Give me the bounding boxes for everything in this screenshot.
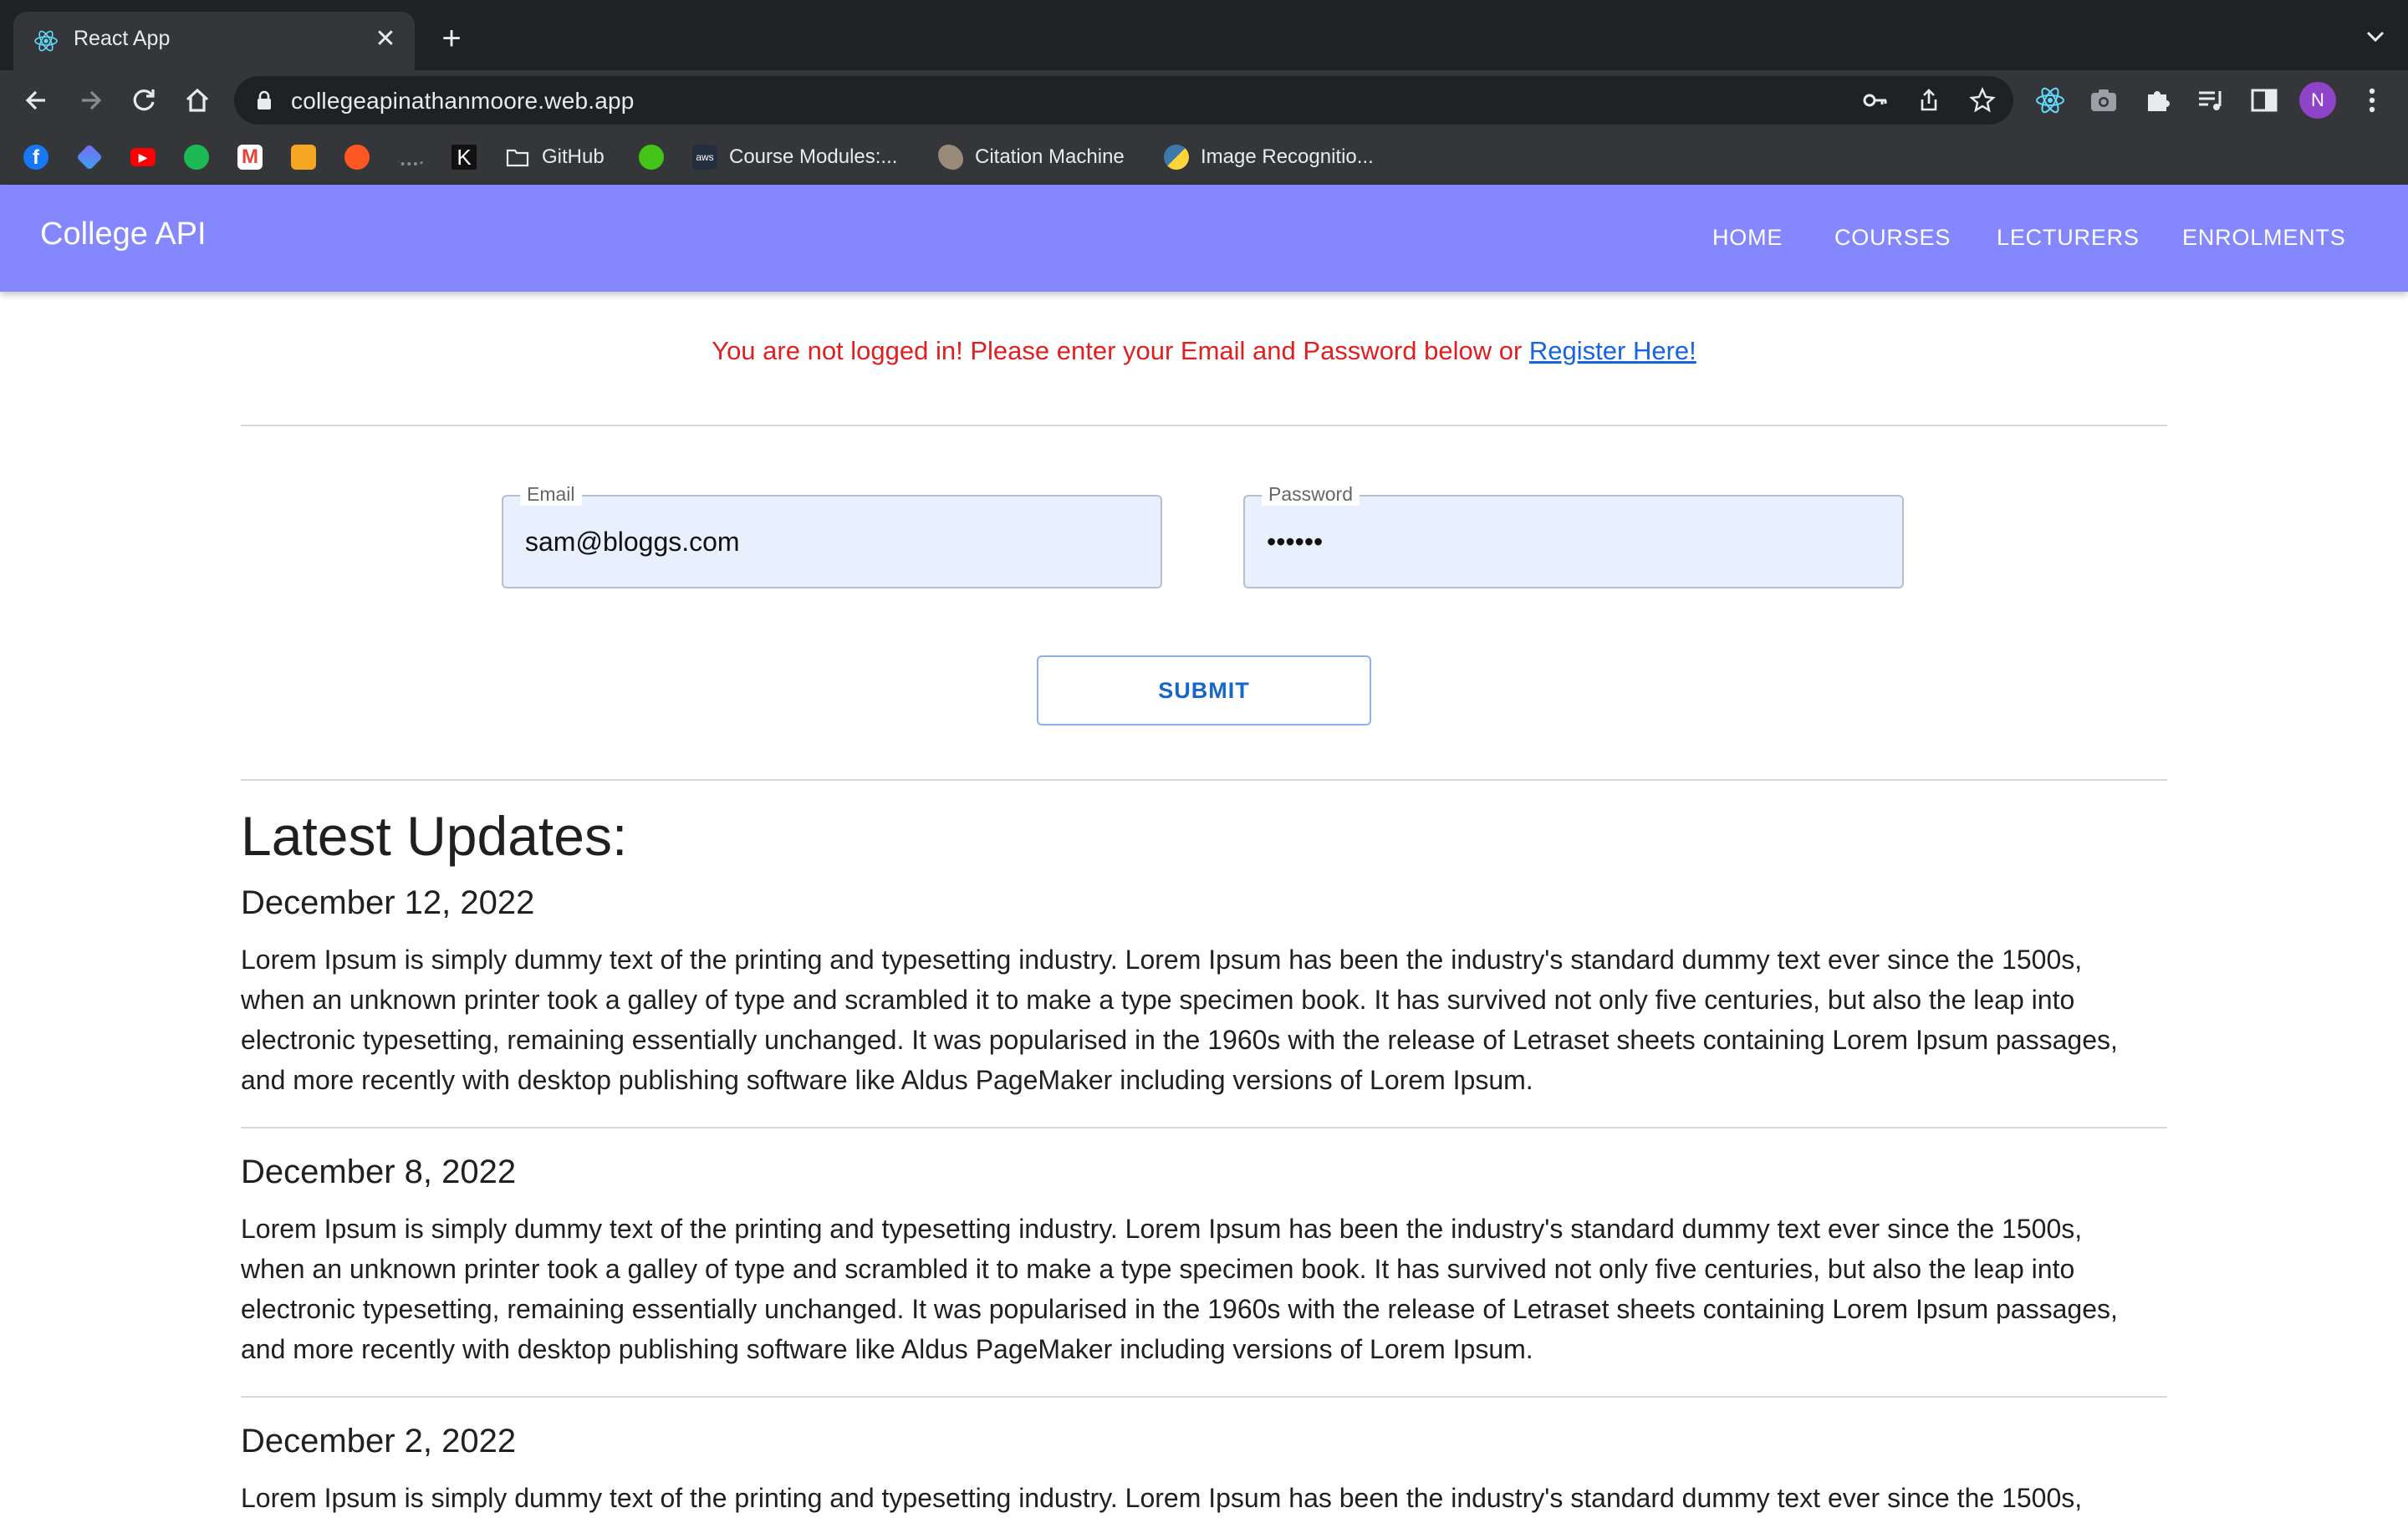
app-icon bbox=[76, 144, 103, 171]
divider bbox=[241, 1396, 2167, 1398]
puzzle-icon[interactable] bbox=[2141, 84, 2173, 116]
gmail-icon: M bbox=[237, 145, 263, 170]
home-icon[interactable] bbox=[177, 80, 217, 120]
update-date: December 12, 2022 bbox=[241, 884, 535, 921]
bookmark-gmail[interactable]: M bbox=[237, 142, 263, 172]
key-icon[interactable] bbox=[1861, 86, 1890, 115]
profile-avatar[interactable]: N bbox=[2299, 82, 2336, 119]
bookmark-label: Citation Machine bbox=[975, 145, 1125, 168]
side-panel-icon[interactable] bbox=[2248, 84, 2280, 116]
update-body: Lorem Ipsum is simply dummy text of the … bbox=[241, 940, 2172, 1100]
python-icon bbox=[1164, 145, 1189, 170]
notice-text: You are not logged in! Please enter your… bbox=[712, 336, 1529, 365]
bookmark-citation-machine[interactable]: Citation Machine bbox=[938, 142, 1125, 172]
bookmark-circle[interactable] bbox=[344, 142, 370, 172]
tab-title: React App bbox=[74, 27, 171, 50]
update-line: and more recently with desktop publishin… bbox=[241, 1334, 1533, 1364]
update-date: December 2, 2022 bbox=[241, 1423, 517, 1459]
login-notice: You are not logged in! Please enter your… bbox=[0, 336, 2408, 366]
k-icon: K bbox=[452, 145, 477, 170]
bookmark-github[interactable]: GitHub bbox=[505, 142, 605, 172]
update-line: electronic typesetting, remaining essent… bbox=[241, 1025, 2118, 1055]
chevron-down-icon[interactable] bbox=[2365, 28, 2386, 45]
update-line: Lorem Ipsum is simply dummy text of the … bbox=[241, 1214, 2083, 1244]
back-icon[interactable] bbox=[17, 80, 57, 120]
brand-title[interactable]: College API bbox=[40, 216, 207, 252]
facebook-icon: f bbox=[23, 145, 48, 170]
bookmark-facebook[interactable]: f bbox=[23, 142, 48, 172]
share-icon[interactable] bbox=[1915, 86, 1943, 115]
update-line: when an unknown printer took a galley of… bbox=[241, 985, 2075, 1015]
bookmark-globe[interactable] bbox=[639, 142, 664, 172]
browser-chrome: React App ✕ + collegeapinathanmoore.web.… bbox=[0, 0, 2408, 185]
email-input[interactable]: sam@bloggs.com bbox=[525, 527, 740, 558]
updates-heading: Latest Updates: bbox=[241, 805, 628, 867]
lock-icon bbox=[258, 90, 271, 110]
address-bar[interactable]: collegeapinathanmoore.web.app bbox=[234, 76, 2013, 125]
menu-icon[interactable] bbox=[2360, 84, 2385, 117]
password-input[interactable]: •••••• bbox=[1267, 527, 1323, 558]
password-label: Password bbox=[1262, 483, 1360, 506]
bookmark-label: Course Modules:... bbox=[729, 145, 898, 168]
bookmark-label: Image Recognitio... bbox=[1201, 145, 1374, 168]
camera-icon[interactable] bbox=[2088, 84, 2120, 116]
update-body: Lorem Ipsum is simply dummy text of the … bbox=[241, 1478, 2172, 1518]
nav-lecturers[interactable]: LECTURERS bbox=[1997, 225, 2140, 251]
divider bbox=[241, 779, 2167, 781]
bookmark-spotify[interactable] bbox=[184, 142, 209, 172]
bookmark-image-recognition[interactable]: Image Recognitio... bbox=[1164, 142, 1374, 172]
spotify-icon bbox=[184, 145, 209, 170]
globe-icon bbox=[639, 145, 664, 170]
email-field[interactable]: Email sam@bloggs.com bbox=[502, 483, 1162, 588]
bookmark-app[interactable] bbox=[76, 142, 103, 172]
bookmark-course-modules[interactable]: aws Course Modules:... bbox=[692, 142, 897, 172]
nav-home[interactable]: HOME bbox=[1712, 225, 1783, 251]
aws-icon: aws bbox=[692, 145, 717, 170]
update-line: when an unknown printer took a galley of… bbox=[241, 1254, 2075, 1284]
bookmark-k[interactable]: K bbox=[452, 142, 477, 172]
star-icon[interactable] bbox=[1968, 86, 1997, 115]
folder-icon bbox=[506, 149, 529, 167]
update-line: electronic typesetting, remaining essent… bbox=[241, 1294, 2118, 1324]
browser-toolbar: collegeapinathanmoore.web.app N bbox=[0, 70, 2408, 130]
cisco-icon bbox=[398, 149, 423, 166]
email-label: Email bbox=[520, 483, 582, 506]
bookmark-youtube[interactable]: ▶ bbox=[130, 142, 156, 172]
submit-button[interactable]: SUBMIT bbox=[1037, 655, 1371, 726]
nav-enrolments[interactable]: ENROLMENTS bbox=[2182, 225, 2346, 251]
bookmark-label: GitHub bbox=[542, 145, 605, 168]
url-text: collegeapinathanmoore.web.app bbox=[291, 88, 635, 114]
bookmarks-bar: f ▶ M K GitHub aws Course Modules:... Ci… bbox=[0, 130, 2408, 185]
notes-icon bbox=[291, 145, 316, 170]
close-icon[interactable]: ✕ bbox=[371, 25, 400, 53]
forward-icon[interactable] bbox=[70, 80, 110, 120]
password-field[interactable]: Password •••••• bbox=[1243, 483, 1904, 588]
nav-courses[interactable]: COURSES bbox=[1834, 225, 1951, 251]
reload-icon[interactable] bbox=[124, 80, 164, 120]
circle-icon bbox=[344, 145, 370, 170]
divider bbox=[241, 425, 2167, 426]
bookmark-notes[interactable] bbox=[291, 142, 316, 172]
new-tab-icon[interactable]: + bbox=[436, 22, 467, 55]
update-body: Lorem Ipsum is simply dummy text of the … bbox=[241, 1209, 2172, 1369]
app-bar: College API HOME COURSES LECTURERS ENROL… bbox=[0, 185, 2408, 292]
update-line: and more recently with desktop publishin… bbox=[241, 1065, 1533, 1095]
squirrel-icon bbox=[938, 145, 963, 170]
update-line: Lorem Ipsum is simply dummy text of the … bbox=[241, 945, 2083, 975]
update-date: December 8, 2022 bbox=[241, 1154, 517, 1190]
divider bbox=[241, 1127, 2167, 1128]
update-line: Lorem Ipsum is simply dummy text of the … bbox=[241, 1483, 2083, 1513]
youtube-icon: ▶ bbox=[130, 148, 156, 166]
react-devtools-icon[interactable] bbox=[2034, 84, 2066, 116]
register-link[interactable]: Register Here! bbox=[1529, 336, 1696, 365]
browser-tab[interactable]: React App ✕ bbox=[13, 12, 415, 70]
tab-strip: React App ✕ + bbox=[0, 0, 2408, 70]
bookmark-cisco[interactable] bbox=[398, 142, 423, 172]
react-icon bbox=[34, 30, 58, 52]
media-control-icon[interactable] bbox=[2195, 84, 2227, 116]
